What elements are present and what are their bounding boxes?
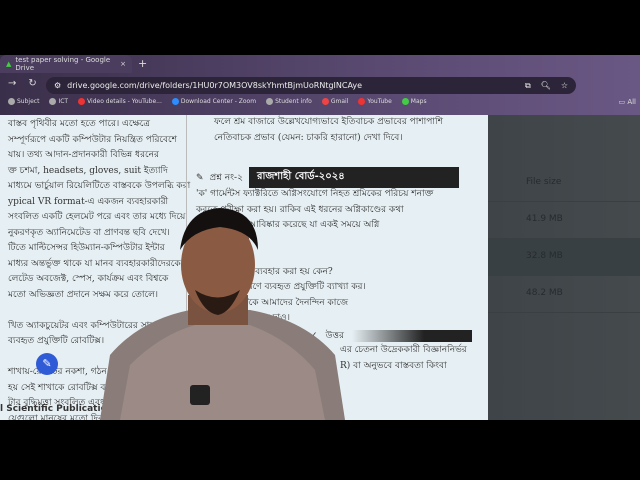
answer-text: এর চেতনা উদ্রেককারী বিজ্ঞাননির্ভর R) বা অ… — [340, 343, 467, 374]
new-tab-button[interactable]: + — [138, 57, 147, 70]
drive-icon: ▲ — [6, 60, 12, 68]
text-line: বাস্তব পৃথিবীর মতো হতে পারে। এক্ষেত্রে — [8, 119, 151, 129]
url-text: drive.google.com/drive/folders/1HU0r7OM3… — [67, 81, 363, 90]
bookmark-icon — [266, 98, 274, 105]
reload-icon[interactable]: ↻ — [28, 78, 36, 89]
bookmark-item[interactable]: YouTube — [358, 98, 392, 105]
bookmark-icon — [358, 98, 366, 105]
bookmark-icon — [401, 98, 409, 105]
question-header: ✎ প্রশ্ন নং-২ রাজশাহী বোর্ড-২০২৪ — [196, 167, 459, 188]
bookmark-item[interactable]: Maps — [401, 98, 427, 105]
pen-tool-icon[interactable]: ✎ — [36, 353, 58, 375]
text-line: ক্ত চশমা, headsets, gloves, suit ইত্যাদি — [8, 165, 168, 176]
file-size-row[interactable]: 48.2 MB — [488, 276, 640, 313]
site-settings-icon[interactable]: ⚙ — [54, 81, 61, 90]
text-line: সম্পূর্ণরূপে একটি কম্পিউটার নিয়ন্ত্রিত … — [8, 134, 177, 145]
bookmark-icon — [8, 98, 15, 105]
letterbox-top — [0, 0, 640, 55]
tab-title: test paper solving - Google Drive — [15, 56, 111, 72]
drive-file-list: File size 41.9 MB 32.8 MB 48.2 MB — [488, 115, 640, 420]
file-size-header[interactable]: File size — [488, 165, 640, 202]
browser-chrome: ▲ test paper solving - Google Drive × + … — [0, 55, 640, 115]
star-icon[interactable]: ☆ — [561, 81, 568, 91]
bookmark-item[interactable]: Download Center - Zoom — [171, 98, 256, 105]
bookmark-icon — [321, 98, 329, 105]
text-line: নেতিবাচক প্রভাব (যেমন: চাকরি হারানো) দেখ… — [214, 132, 403, 143]
bookmark-item[interactable]: Subject — [8, 98, 39, 105]
install-icon[interactable]: ⧉ — [525, 81, 531, 91]
bookmark-icon — [78, 98, 86, 105]
board-label: রাজশাহী বোর্ড-২০২৪ — [248, 167, 459, 188]
address-bar[interactable]: ⚙ drive.google.com/drive/folders/1HU0r7O… — [46, 77, 576, 94]
bookmark-item[interactable]: Video details - YouTube... — [78, 98, 162, 105]
zoom-icon[interactable]: 🔍︎ — [541, 81, 551, 91]
question-number: প্রশ্ন নং-২ — [209, 173, 243, 183]
bookmark-icon — [171, 98, 179, 105]
bookmark-item[interactable]: Gmail — [321, 98, 348, 105]
text-line: যায়। তথ্য আদান-প্রদানকারী বিভিন্ন ধরনের — [8, 150, 159, 160]
question-icon: ✎ — [196, 172, 204, 183]
all-bookmarks[interactable]: ▭ All — [618, 98, 636, 106]
tab-google-drive[interactable]: ▲ test paper solving - Google Drive × — [0, 55, 132, 73]
publisher-name: l Scientific Publicatio — [0, 404, 107, 414]
text-line: মাধ্যমে ভার্চুয়াল রিয়েলিটিতে বাস্তবকে … — [8, 181, 191, 191]
bookmark-item[interactable]: ICT — [49, 98, 68, 105]
close-tab-icon[interactable]: × — [120, 60, 126, 68]
text-line: R) বা অনুভবে বাস্তবতা কিংবা — [340, 360, 447, 371]
bookmark-item[interactable]: Student info — [266, 98, 312, 105]
text-line: ফলে শ্রম বাজারে উল্লেখযোগ্যভাবে ইতিবাচক … — [214, 117, 443, 127]
bookmarks-bar: Subject ICT Video details - YouTube... Down… — [8, 98, 427, 105]
letterbox-bottom — [0, 420, 640, 480]
forward-icon[interactable]: → — [8, 78, 16, 89]
text-line: 'ক' গার্মেন্টস ফ্যাক্টরিতে অগ্নিসংযোগে ন… — [196, 189, 434, 199]
text-line: এর চেতনা উদ্রেককারী বিজ্ঞাননির্ভর — [340, 345, 467, 355]
presenter-person — [100, 208, 345, 420]
bookmark-icon — [49, 98, 57, 105]
file-size-row[interactable]: 41.9 MB — [488, 202, 640, 239]
top-text: ফলে শ্রম বাজারে উল্লেখযোগ্যভাবে ইতিবাচক … — [214, 115, 443, 146]
file-size-row[interactable]: 32.8 MB — [488, 239, 640, 276]
